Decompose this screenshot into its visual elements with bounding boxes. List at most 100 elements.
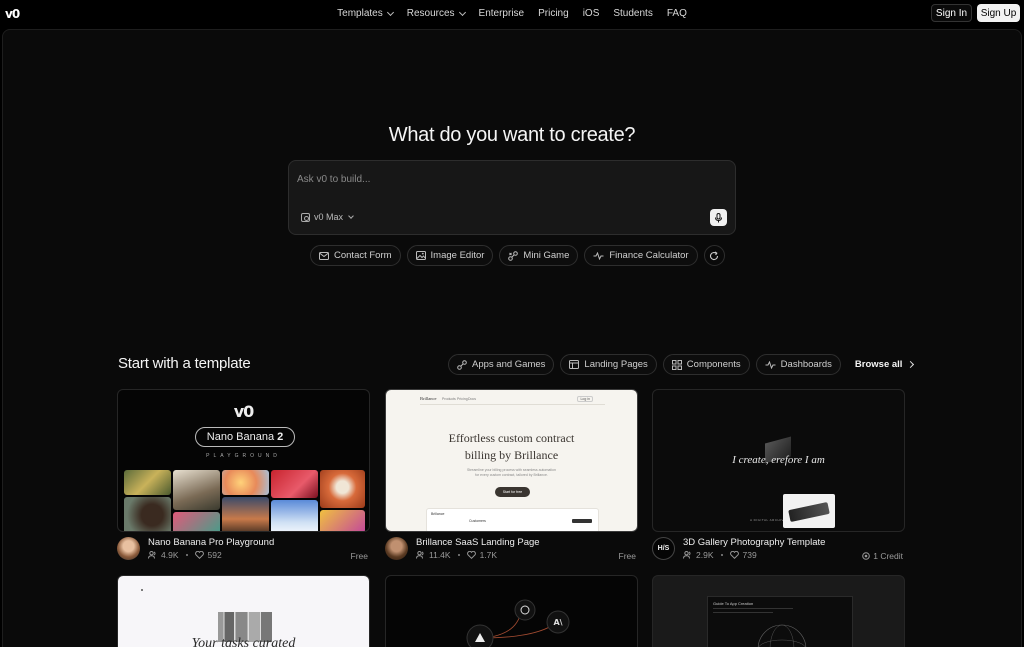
separator-dot bbox=[720, 554, 723, 556]
chevron-right-icon bbox=[907, 360, 915, 369]
filter-apps-and-games[interactable]: Apps and Games bbox=[448, 354, 555, 375]
suggestion-image-editor[interactable]: Image Editor bbox=[406, 245, 494, 266]
filter-landing-pages[interactable]: Landing Pages bbox=[560, 354, 657, 375]
likes-count: 739 bbox=[742, 550, 757, 560]
mock-button bbox=[572, 519, 592, 523]
v0-logo: v0 bbox=[233, 402, 255, 421]
chevron-down-icon bbox=[386, 8, 394, 16]
template-info: Nano Banana Pro Playground 4.9K 592 Free bbox=[117, 537, 370, 563]
gallery-photo bbox=[320, 510, 365, 531]
credit-icon bbox=[862, 552, 871, 560]
template-title[interactable]: Brillance SaaS Landing Page bbox=[416, 537, 540, 548]
refresh-suggestions-button[interactable] bbox=[703, 245, 725, 266]
dot-mark bbox=[141, 589, 143, 591]
nav-students[interactable]: Students bbox=[606, 8, 659, 19]
suggestion-contact-form[interactable]: Contact Form bbox=[310, 245, 401, 266]
template-thumbnail[interactable]: I create, erefore I am A DIGITAL ARCHIVE… bbox=[652, 389, 905, 532]
template-thumbnail[interactable]: Your tasks curated bbox=[117, 575, 370, 647]
template-stats: 2.9K 739 bbox=[683, 550, 757, 560]
sign-in-button[interactable]: Sign In bbox=[931, 4, 972, 22]
sign-up-button[interactable]: Sign Up bbox=[977, 4, 1020, 22]
template-thumbnail[interactable]: v0 Nano Banana 2 PLAYGROUND bbox=[117, 389, 370, 532]
playground-label: PLAYGROUND bbox=[206, 453, 281, 459]
mock-cta: Start for free bbox=[495, 487, 530, 497]
suggestion-finance-calculator[interactable]: Finance Calculator bbox=[584, 245, 698, 266]
template-price: 1 Credit bbox=[862, 551, 903, 561]
likes-count: 1.7K bbox=[479, 550, 498, 560]
users-icon bbox=[148, 551, 156, 559]
model-badge: Nano Banana 2 bbox=[195, 427, 295, 447]
template-thumbnail[interactable]: Brillance Products Pricing Docs Log in E… bbox=[385, 389, 638, 532]
nav-enterprise[interactable]: Enterprise bbox=[472, 8, 532, 19]
avatar[interactable] bbox=[117, 537, 140, 560]
layout-icon bbox=[569, 360, 580, 369]
separator-dot bbox=[457, 554, 460, 556]
grid-icon bbox=[671, 359, 682, 370]
likes-count: 592 bbox=[207, 550, 222, 560]
users-icon bbox=[683, 551, 691, 559]
microphone-icon bbox=[715, 212, 722, 222]
users-count: 2.9K bbox=[696, 550, 714, 560]
template-stats: 11.4K 1.7K bbox=[416, 550, 497, 560]
nav-pricing[interactable]: Pricing bbox=[531, 8, 576, 19]
svg-text:A\: A\ bbox=[553, 618, 562, 627]
template-thumbnail[interactable]: Guide To App Creation bbox=[652, 575, 905, 647]
avatar[interactable] bbox=[385, 537, 408, 560]
model-selector[interactable]: v0 Max bbox=[301, 212, 354, 222]
gallery-photo bbox=[271, 470, 318, 498]
guide-panel: Guide To App Creation bbox=[707, 596, 853, 647]
templates-heading: Start with a template bbox=[118, 355, 251, 372]
gallery-photo bbox=[271, 500, 318, 531]
avatar[interactable]: H/S bbox=[652, 537, 675, 560]
suggestion-mini-game[interactable]: Mini Game bbox=[499, 245, 579, 266]
gallery-photo bbox=[173, 512, 220, 531]
chevron-down-icon bbox=[458, 8, 466, 16]
gallery-photo bbox=[222, 470, 269, 495]
mock-nav: Brillance Products Pricing Docs Log in bbox=[420, 396, 605, 405]
page-title: What do you want to create? bbox=[388, 124, 636, 146]
template-price: Free bbox=[618, 551, 636, 561]
apps-icon bbox=[457, 359, 467, 370]
globe-icon bbox=[757, 624, 807, 647]
heart-icon bbox=[194, 551, 204, 559]
gallery-photo bbox=[222, 497, 269, 531]
template-thumbnail[interactable]: A\ bbox=[385, 575, 638, 647]
model-icon bbox=[301, 212, 310, 222]
nav-faq[interactable]: FAQ bbox=[660, 8, 694, 19]
nav-templates[interactable]: Templates bbox=[330, 8, 400, 19]
users-icon bbox=[416, 551, 424, 559]
filter-dashboards[interactable]: Dashboards bbox=[755, 354, 841, 375]
prompt-box: v0 Max bbox=[288, 160, 736, 235]
nav-resources[interactable]: Resources bbox=[400, 8, 472, 19]
template-title[interactable]: 3D Gallery Photography Template bbox=[683, 537, 825, 548]
mock-dashboard: Brillance Customers bbox=[426, 508, 599, 531]
refresh-icon bbox=[710, 251, 719, 260]
users-count: 11.4K bbox=[429, 550, 451, 560]
model-label: v0 Max bbox=[314, 212, 344, 222]
browse-all-link[interactable]: Browse all bbox=[855, 359, 915, 370]
separator-dot bbox=[185, 554, 188, 556]
integration-graph: A\ bbox=[466, 599, 570, 647]
gallery-photo bbox=[320, 470, 365, 508]
gallery-photo bbox=[173, 470, 220, 510]
template-title[interactable]: Nano Banana Pro Playground bbox=[148, 537, 274, 548]
gallery-headline: I create, erefore I am bbox=[732, 454, 825, 466]
nav-links: Templates Resources Enterprise Pricing i… bbox=[0, 0, 1024, 27]
template-info: Brillance SaaS Landing Page 11.4K 1.7K F… bbox=[385, 537, 638, 563]
mail-icon bbox=[319, 251, 329, 260]
top-nav: v0 Templates Resources Enterprise Pricin… bbox=[0, 0, 1024, 27]
nav-ios[interactable]: iOS bbox=[576, 8, 607, 19]
template-info: H/S 3D Gallery Photography Template 2.9K… bbox=[652, 537, 905, 563]
gallery-photo bbox=[783, 494, 835, 528]
chevron-down-icon bbox=[348, 213, 354, 219]
filter-components[interactable]: Components bbox=[662, 354, 750, 375]
prompt-input[interactable] bbox=[297, 171, 677, 187]
microphone-button[interactable] bbox=[710, 209, 727, 226]
game-icon bbox=[508, 250, 519, 261]
template-filters: Apps and Games Landing Pages Components … bbox=[448, 354, 915, 375]
heart-icon bbox=[466, 551, 476, 559]
gallery-photo bbox=[124, 470, 171, 495]
heart-icon bbox=[729, 551, 739, 559]
gallery-photo bbox=[124, 497, 171, 531]
mock-subtext: Streamline your billing process with sea… bbox=[467, 468, 556, 477]
